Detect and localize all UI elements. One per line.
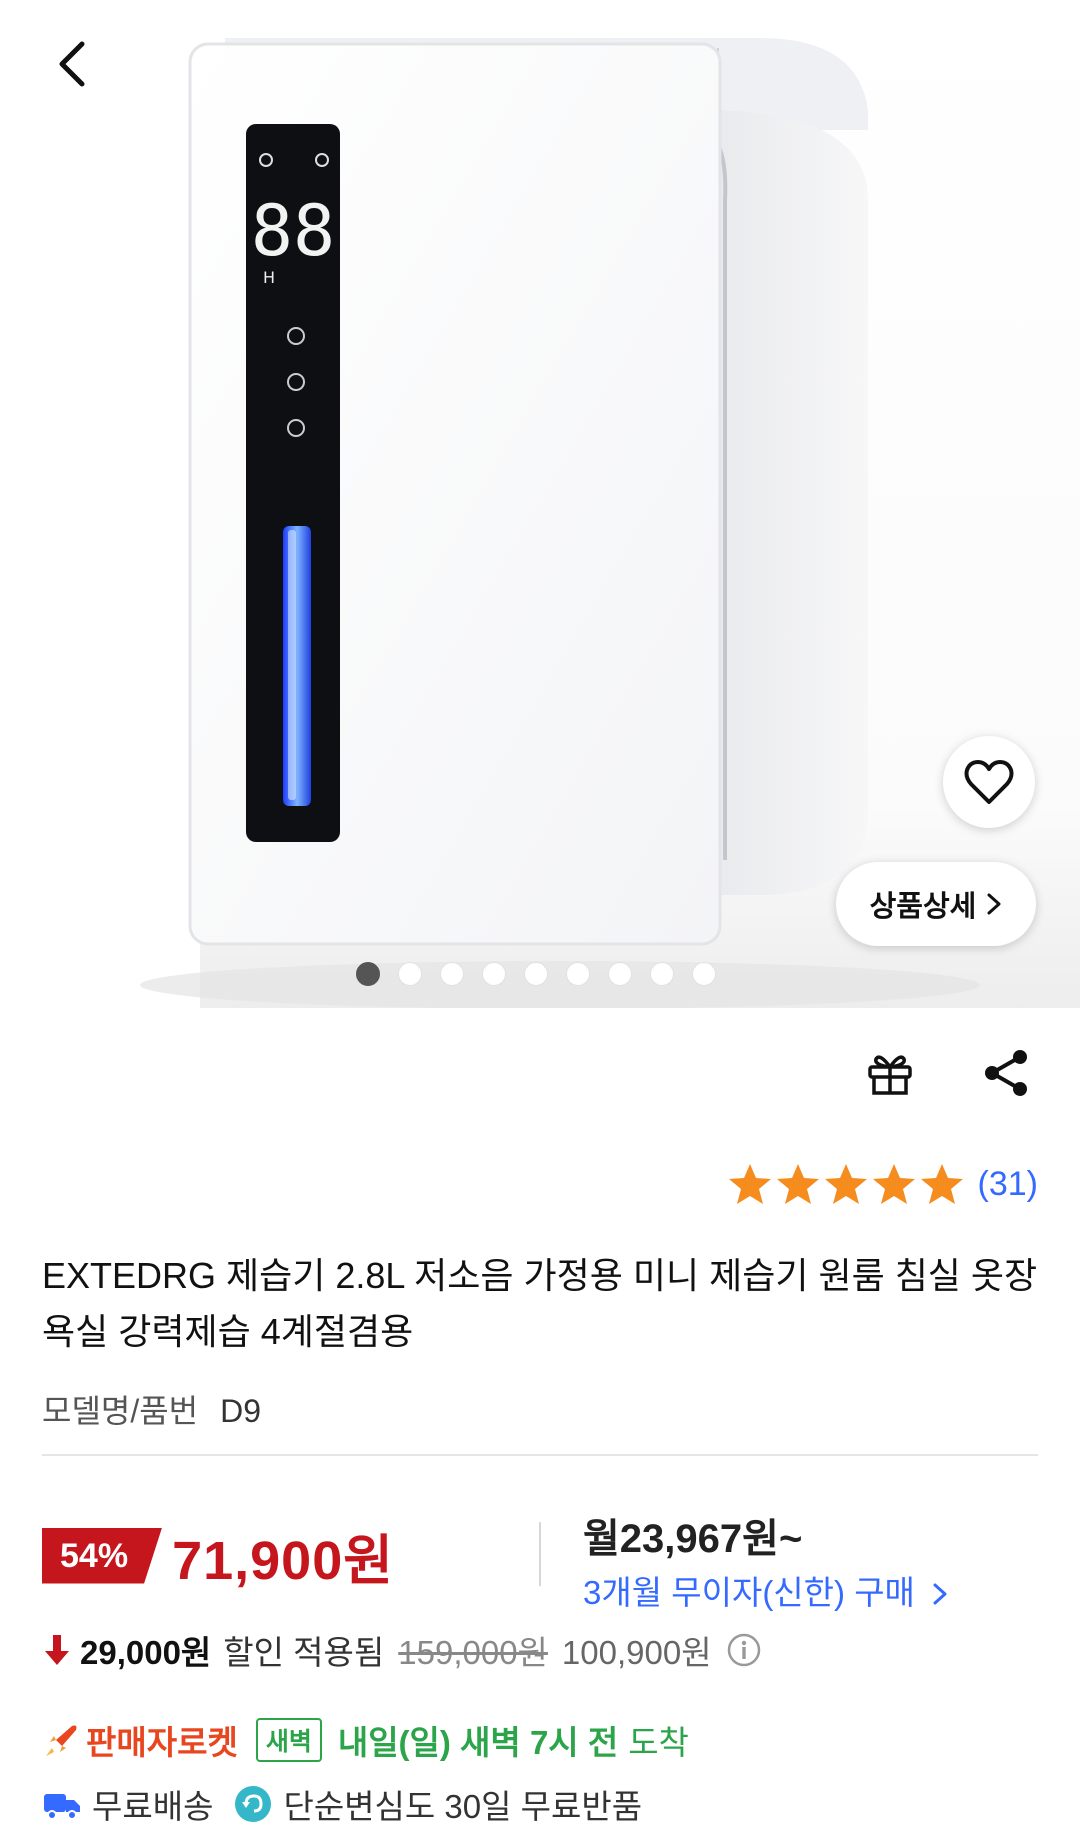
pagination-dot[interactable] bbox=[482, 962, 506, 986]
discount-badge: 54% bbox=[42, 1528, 162, 1584]
star-icon bbox=[872, 1164, 915, 1204]
pagination-dot[interactable] bbox=[692, 962, 716, 986]
review-count[interactable]: (31) bbox=[978, 1165, 1038, 1204]
gallery-pagination bbox=[356, 962, 716, 986]
delivery-info: 판매자로켓 새벽 내일(일) 새벽 7시 전 도착 bbox=[42, 1716, 689, 1764]
pagination-dot[interactable] bbox=[440, 962, 464, 986]
chevron-right-icon bbox=[987, 893, 1001, 915]
product-rating[interactable]: (31) bbox=[728, 1162, 1038, 1206]
star-icon bbox=[920, 1164, 963, 1204]
star-icon bbox=[728, 1164, 771, 1204]
back-button[interactable] bbox=[44, 34, 104, 94]
display-reading: 88 bbox=[251, 190, 335, 272]
original-price: 159,000원 bbox=[398, 1634, 548, 1671]
heart-outline-icon bbox=[964, 760, 1014, 804]
pagination-dot[interactable] bbox=[356, 962, 380, 986]
product-image: 88 H bbox=[140, 0, 1080, 1008]
display-mode: H bbox=[263, 268, 275, 287]
truck-icon bbox=[44, 1794, 80, 1820]
share-icon[interactable] bbox=[978, 1045, 1034, 1101]
arrival-time: 내일(일) 새벽 7시 전 bbox=[337, 1724, 619, 1761]
installment-link[interactable]: 3개월 무이자(신한) 구매 bbox=[583, 1566, 948, 1614]
sale-price-block: 54% 71,900원 bbox=[42, 1516, 394, 1595]
free-shipping-label: 무료배송 bbox=[92, 1788, 214, 1825]
return-icon bbox=[235, 1786, 272, 1822]
pagination-dot[interactable] bbox=[650, 962, 674, 986]
product-title: EXTEDRG 제습기 2.8L 저소음 가정용 미니 제습기 원룸 침실 옷장… bbox=[42, 1255, 1038, 1352]
arrival-suffix: 도착 bbox=[628, 1724, 689, 1761]
model-info: 모델명/품번 D9 bbox=[42, 1386, 261, 1432]
product-actions bbox=[862, 1045, 1034, 1101]
pagination-dot[interactable] bbox=[524, 962, 548, 986]
model-value: D9 bbox=[220, 1393, 261, 1429]
rocket-icon bbox=[46, 1725, 77, 1756]
arrow-down-icon bbox=[45, 1635, 69, 1665]
pre-coupon-price: 100,900원 bbox=[561, 1634, 712, 1671]
coupon-amount: 29,000원 bbox=[80, 1634, 212, 1671]
product-detail-button[interactable]: 상품상세 bbox=[836, 862, 1036, 946]
monthly-price: 월23,967원~ bbox=[583, 1517, 803, 1561]
product-detail-label: 상품상세 bbox=[869, 891, 977, 923]
shipping-info: 무료배송 단순변심도 30일 무료반품 bbox=[42, 1780, 642, 1828]
wishlist-button[interactable] bbox=[943, 736, 1035, 828]
price-divider bbox=[539, 1522, 541, 1586]
model-label: 모델명/품번 bbox=[42, 1393, 199, 1429]
coupon-applied-text: 할인 적용됨 bbox=[223, 1634, 385, 1671]
divider bbox=[42, 1454, 1038, 1456]
gift-icon[interactable] bbox=[862, 1045, 918, 1101]
pagination-dot[interactable] bbox=[398, 962, 422, 986]
chevron-right-icon bbox=[933, 1583, 947, 1605]
pagination-dot[interactable] bbox=[608, 962, 632, 986]
seller-rocket-label: 판매자로켓 bbox=[86, 1724, 238, 1761]
star-icon bbox=[824, 1164, 867, 1204]
product-image-gallery[interactable]: 88 H 상품상세 bbox=[0, 0, 1080, 1008]
return-policy-label: 단순변심도 30일 무료반품 bbox=[283, 1788, 643, 1825]
sale-price: 71,900원 bbox=[172, 1531, 394, 1591]
info-icon[interactable] bbox=[726, 1632, 762, 1668]
coupon-discount-row: 29,000원 할인 적용됨 159,000원 100,900원 bbox=[42, 1626, 762, 1674]
pagination-dot[interactable] bbox=[566, 962, 590, 986]
dawn-delivery-tag: 새벽 bbox=[255, 1718, 322, 1762]
star-icon bbox=[776, 1164, 819, 1204]
installment-label: 3개월 무이자(신한) 구매 bbox=[583, 1574, 915, 1611]
